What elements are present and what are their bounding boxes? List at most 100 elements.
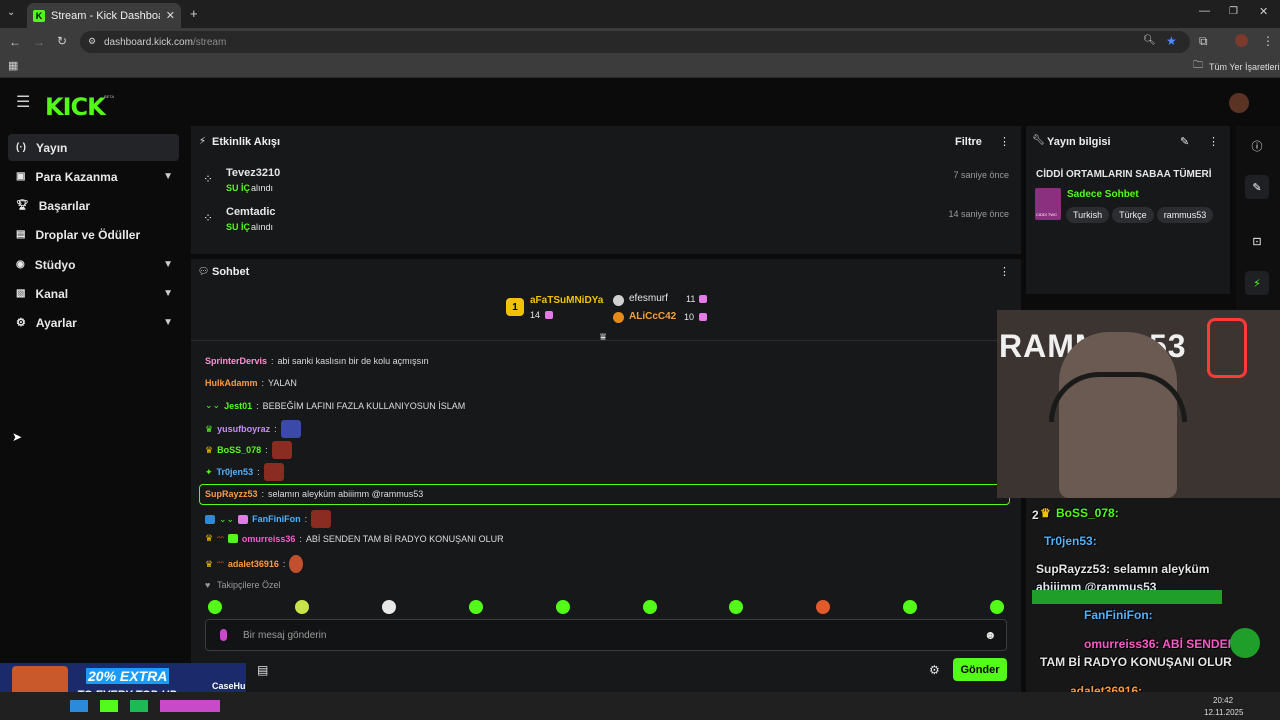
sidebar-item-para-kazanma[interactable]: ▣ Para Kazanma ▼ (8, 163, 179, 190)
emote-quick-1[interactable] (208, 600, 222, 614)
minimize-icon[interactable]: — (1199, 6, 1210, 17)
send-button[interactable]: Gönder (953, 658, 1007, 681)
lightning-icon: ⚡︎ (199, 136, 207, 147)
tag-chip[interactable]: Türkçe (1112, 207, 1154, 223)
chat-username[interactable]: HulkAdamm (205, 378, 258, 388)
chat-username[interactable]: yusufboyraz (217, 424, 270, 434)
sidebar-item-ayarlar[interactable]: ⚙ Ayarlar ▼ (8, 309, 179, 336)
chat-username[interactable]: FanFiniFon (252, 514, 301, 524)
info-icon[interactable]: ⓘ (1245, 134, 1269, 158)
filter-button[interactable]: Filtre (955, 136, 982, 148)
forward-icon[interactable]: → (33, 36, 45, 48)
emote-quick-8[interactable] (816, 600, 830, 614)
chat-username[interactable]: BoSS_078 (217, 445, 261, 455)
mic-icon[interactable] (220, 629, 227, 641)
chat-username[interactable]: SprinterDervis (205, 356, 267, 366)
more-options-icon[interactable]: ⋮ (999, 135, 1010, 148)
emote-quick-4[interactable] (469, 600, 483, 614)
restore-icon[interactable]: ❐ (1229, 7, 1238, 17)
overlay-chat-line: FanFiniFon: (1084, 608, 1153, 622)
emote-quick-2[interactable] (295, 600, 309, 614)
expand-leaderboard-icon[interactable]: ⩸ (600, 332, 606, 343)
zoom-icon[interactable]: 🔍︎ (1143, 36, 1156, 46)
sidebar-item-kanal[interactable]: ▧ Kanal ▼ (8, 280, 179, 307)
store-icon[interactable]: ▤ (257, 663, 268, 677)
address-bar: ← → ↻ ⚙ dashboard.kick.com/stream 🔍︎ ★ ⧉… (0, 28, 1280, 56)
more-options-icon[interactable]: ⋮ (1208, 135, 1219, 148)
chat-username[interactable]: Tr0jen53 (217, 467, 254, 477)
overlay-green-bar (1032, 590, 1222, 604)
close-window-icon[interactable]: ✕ (1259, 7, 1268, 18)
edit-icon[interactable]: ✎ (1180, 135, 1189, 148)
bookmark-star-icon[interactable]: ★ (1166, 35, 1177, 47)
close-tab-icon[interactable]: ✕ (166, 9, 175, 22)
chevron-down-icon: ▼ (163, 259, 173, 270)
emote-quick-7[interactable] (729, 600, 743, 614)
chat-message: ⌄⌄ Jest01: BEBEĞİM LAFINI FAZLA KULLANIY… (205, 400, 466, 411)
leader-first-user[interactable]: aFaTSuMNiDYa (530, 295, 603, 306)
chat-username[interactable]: Jest01 (224, 401, 252, 411)
sidebar-item-label: Droplar ve Ödüller (35, 227, 141, 242)
emote-quick-9[interactable] (903, 600, 917, 614)
chevron-down-icon: ▼ (163, 317, 173, 328)
reload-icon[interactable]: ↻ (57, 35, 67, 47)
chat-settings-icon[interactable]: ⚙ (929, 663, 940, 677)
apps-grid-icon[interactable]: ▦ (8, 61, 18, 72)
overlay-chat-line: SupRayzz53: selamın aleyküm (1036, 562, 1210, 576)
tag-chip[interactable]: Turkish (1066, 207, 1110, 223)
chat-message: ♛ yusufboyraz: (205, 420, 301, 438)
bookmarks-bar: ▦ 🗀 Tüm Yer İşaretleri (0, 56, 1280, 78)
overlay-chat-line: TAM Bİ RADYO KONUŞANI OLUR (1040, 655, 1232, 669)
focus-icon[interactable]: ⊡ (1245, 229, 1269, 253)
chat-input[interactable]: Bir mesaj gönderin ☻ (205, 619, 1007, 651)
event-user[interactable]: Cemtadic (226, 206, 276, 218)
category-name[interactable]: Sadece Sohbet (1067, 189, 1139, 200)
profile-avatar-icon[interactable] (1235, 34, 1248, 47)
event-time: 14 saniye önce (948, 209, 1009, 219)
site-info-icon[interactable]: ⚙ (88, 37, 96, 46)
webcam-preview: RAMMUS53 (997, 310, 1280, 498)
broadcast-icon: (·) (16, 142, 26, 153)
event-action-bold: SU İÇ (226, 222, 251, 232)
hamburger-menu-icon[interactable]: ☰ (16, 95, 30, 111)
quick-actions-icon[interactable]: ⚡︎ (1245, 271, 1269, 295)
tag-chip[interactable]: rammus53 (1156, 207, 1214, 223)
emote-quick-10[interactable] (990, 600, 1004, 614)
tab-search-icon[interactable]: ⌄ (7, 8, 15, 18)
sidebar-item-yayin[interactable]: (·) Yayın (8, 134, 179, 161)
leader-second-user[interactable]: efesmurf (629, 293, 668, 304)
emote-quick-3[interactable] (382, 600, 396, 614)
chat-input-placeholder: Bir mesaj gönderin (243, 630, 327, 641)
taskbar-app-icons[interactable] (70, 700, 220, 712)
url-input[interactable]: ⚙ dashboard.kick.com/stream 🔍︎ ★ (80, 31, 1190, 53)
chat-username[interactable]: omurreiss36 (242, 534, 296, 544)
emote-quick-6[interactable] (643, 600, 657, 614)
sub-badge-icon: ᵔᵔ (217, 559, 224, 569)
kick-logo[interactable]: KICK (45, 93, 106, 121)
edit-icon[interactable]: ✎ (1245, 175, 1269, 199)
browser-tab[interactable]: K Stream - Kick Dashboard ✕ (27, 3, 181, 28)
rank-1-badge: 1 (506, 298, 524, 316)
leader-third-user[interactable]: ALiCcC42 (629, 311, 676, 322)
sub-badge-icon: ♛ (205, 423, 214, 434)
back-icon[interactable]: ← (9, 36, 21, 48)
chat-options-icon[interactable]: ⋮ (999, 265, 1010, 278)
chat-username[interactable]: adalet36916 (228, 559, 279, 569)
all-bookmarks-label[interactable]: Tüm Yer İşaretleri (1209, 62, 1280, 72)
new-tab-icon[interactable]: + (190, 7, 198, 20)
sidebar-item-droplar[interactable]: ▤ Droplar ve Ödüller (8, 221, 179, 248)
chat-username[interactable]: SupRayzz53 (205, 489, 258, 499)
event-user[interactable]: Tevez3210 (226, 167, 280, 179)
emote-quick-5[interactable] (556, 600, 570, 614)
emoji-icon[interactable]: ☻ (984, 628, 997, 642)
chevron-down-icon: ▼ (163, 288, 173, 299)
sidebar-item-basarilar[interactable]: 🏆︎ Başarılar (8, 192, 179, 219)
browser-menu-icon[interactable]: ⋮ (1262, 35, 1274, 47)
gift-icon (545, 311, 553, 319)
extensions-icon[interactable]: ⧉ (1199, 35, 1208, 47)
beta-label: BETA (104, 94, 115, 99)
bookmark-folder-icon[interactable]: 🗀 (1193, 61, 1203, 71)
chat-text: BEBEĞİM LAFINI FAZLA KULLANIYOSUN İSLAM (262, 400, 466, 411)
sidebar-item-studyo[interactable]: ◉ Stüdyo ▼ (8, 251, 179, 278)
user-avatar[interactable] (1229, 93, 1249, 113)
